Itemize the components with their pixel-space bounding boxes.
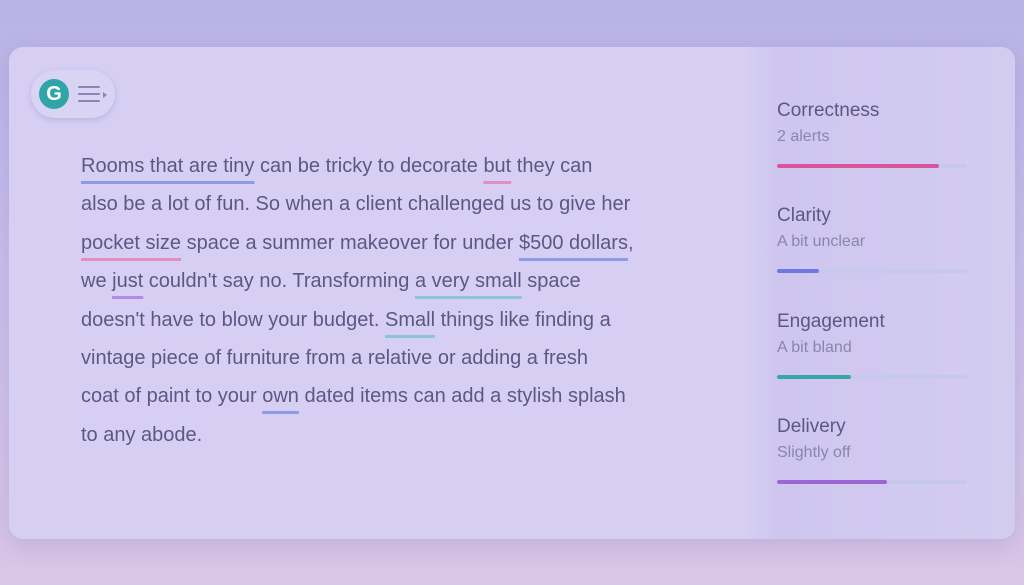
metric-status: A bit bland [777, 339, 852, 356]
grammarly-logo-icon: G [39, 79, 69, 109]
metric-progress-fill [777, 375, 852, 379]
suggestion-underline[interactable]: Rooms that are tiny [81, 155, 254, 177]
text-segment: things like finding a [435, 308, 611, 331]
metric-engagement[interactable]: Engagement A bit bland [777, 310, 967, 379]
metric-name: Engagement [777, 311, 885, 332]
suggestion-underline[interactable]: pocket size [81, 232, 181, 254]
text-segment: vintage piece of furniture from a relati… [81, 347, 588, 370]
text-segment: space a summer makeover for under [181, 231, 519, 254]
text-segment: coat of paint to your [81, 385, 263, 408]
metric-progress-bar [777, 480, 967, 484]
metric-name: Correctness [777, 100, 880, 121]
text-line: doesn't have to blow your budget. Small … [81, 301, 711, 339]
text-line: to any abode. [81, 416, 711, 454]
text-segment: space [521, 270, 581, 293]
metric-clarity[interactable]: Clarity A bit unclear [777, 204, 967, 273]
text-segment: we [81, 270, 113, 293]
text-segment: can be tricky to decorate [254, 155, 484, 177]
text-segment: couldn't say no. Transforming [143, 270, 415, 293]
menu-icon [78, 86, 100, 107]
metric-status: Slightly off [777, 444, 851, 461]
metric-correctness[interactable]: Correctness 2 alerts [777, 99, 967, 168]
text-line: we just couldn't say no. Transforming a … [81, 262, 711, 300]
suggestion-underline[interactable]: own [262, 385, 299, 407]
app-menu-button[interactable]: G [31, 70, 115, 118]
text-segment: they can [511, 155, 593, 177]
metric-name: Clarity [777, 205, 831, 226]
text-segment: doesn't have to blow your budget. [81, 308, 386, 331]
text-line: also be a lot of fun. So when a client c… [81, 185, 711, 223]
metric-progress-bar [777, 164, 967, 168]
metric-progress-fill [777, 164, 939, 168]
caret-right-icon [103, 92, 107, 98]
suggestion-underline[interactable]: $500 dollars [519, 232, 628, 254]
text-segment: to any abode. [81, 423, 203, 446]
metric-status: 2 alerts [777, 128, 830, 145]
text-segment: also be a lot of fun. So when a client c… [81, 193, 631, 216]
metric-delivery[interactable]: Delivery Slightly off [777, 415, 967, 484]
metric-progress-fill [777, 269, 819, 273]
suggestion-underline[interactable]: a very small [415, 270, 522, 292]
text-line: Rooms that are tiny can be tricky to dec… [81, 147, 711, 185]
text-segment: dated items can add a stylish splash [298, 385, 626, 408]
text-line: pocket size space a summer makeover for … [81, 224, 711, 262]
metric-progress-bar [777, 375, 967, 379]
document-text[interactable]: Rooms that are tiny can be tricky to dec… [81, 147, 711, 454]
suggestion-underline[interactable]: just [112, 270, 143, 292]
text-line: coat of paint to your own dated items ca… [81, 377, 711, 415]
editor-card: G Rooms that are tiny can be tricky to d… [9, 47, 1015, 539]
suggestion-underline[interactable]: Small [385, 309, 435, 331]
text-segment: , [627, 231, 634, 254]
text-line: vintage piece of furniture from a relati… [81, 339, 711, 377]
metric-progress-fill [777, 480, 888, 484]
metric-name: Delivery [777, 416, 846, 437]
metric-status: A bit unclear [777, 233, 866, 250]
metric-progress-bar [777, 269, 967, 273]
suggestion-underline[interactable]: but [483, 155, 511, 177]
